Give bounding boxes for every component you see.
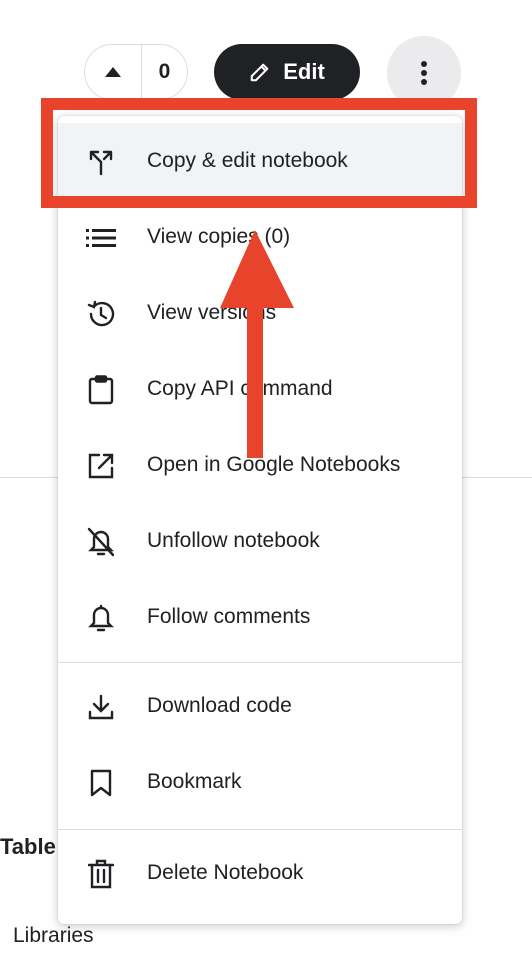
menu-item-delete[interactable]: Delete Notebook xyxy=(58,835,462,911)
download-icon xyxy=(86,692,116,722)
menu-item-label: Download code xyxy=(147,694,292,717)
edit-button-label: Edit xyxy=(283,59,325,84)
open-external-icon xyxy=(86,451,116,481)
triangle-up-icon xyxy=(105,67,121,77)
menu-item-copy-edit[interactable]: Copy & edit notebook xyxy=(58,123,462,199)
menu-item-label: Copy & edit notebook xyxy=(147,149,348,172)
menu-item-label: Bookmark xyxy=(147,770,242,793)
vote-control: 0 xyxy=(84,44,188,100)
bell-off-icon xyxy=(86,527,116,557)
menu-separator xyxy=(58,662,462,663)
menu-item-unfollow[interactable]: Unfollow notebook xyxy=(58,503,462,579)
menu-item-label: Unfollow notebook xyxy=(147,529,320,552)
more-options-button[interactable] xyxy=(387,36,461,110)
menu-item-copy-api[interactable]: Copy API command xyxy=(58,351,462,427)
fork-icon xyxy=(86,147,116,177)
menu-item-bookmark[interactable]: Bookmark xyxy=(58,744,462,820)
menu-item-label: Open in Google Notebooks xyxy=(147,453,401,476)
list-icon xyxy=(86,223,116,253)
menu-item-download-code[interactable]: Download code xyxy=(58,668,462,744)
menu-item-view-copies[interactable]: View copies (0) xyxy=(58,199,462,275)
edit-button[interactable]: Edit xyxy=(214,44,360,100)
menu-item-label: Copy API command xyxy=(147,377,333,400)
background-libraries-link[interactable]: Libraries xyxy=(13,924,94,948)
menu-item-label: View versions xyxy=(147,301,277,324)
pencil-icon xyxy=(250,63,269,82)
background-heading: Table xyxy=(0,834,56,859)
menu-item-label: Follow comments xyxy=(147,605,311,628)
menu-item-open-google-notebooks[interactable]: Open in Google Notebooks xyxy=(58,427,462,503)
vertical-dots-icon xyxy=(421,61,427,85)
menu-separator xyxy=(58,829,462,830)
notebook-options-menu: Copy & edit notebook View copies (0) Vie… xyxy=(58,116,462,924)
clipboard-icon xyxy=(86,375,116,405)
history-icon xyxy=(86,299,116,329)
menu-item-follow-comments[interactable]: Follow comments xyxy=(58,579,462,655)
menu-item-view-versions[interactable]: View versions xyxy=(58,275,462,351)
trash-icon xyxy=(86,859,116,889)
upvote-button[interactable] xyxy=(85,45,142,99)
menu-item-label: Delete Notebook xyxy=(147,861,304,884)
bell-icon xyxy=(86,603,116,633)
bookmark-icon xyxy=(86,768,116,798)
menu-item-label: View copies (0) xyxy=(147,225,291,248)
vote-count: 0 xyxy=(158,60,171,83)
